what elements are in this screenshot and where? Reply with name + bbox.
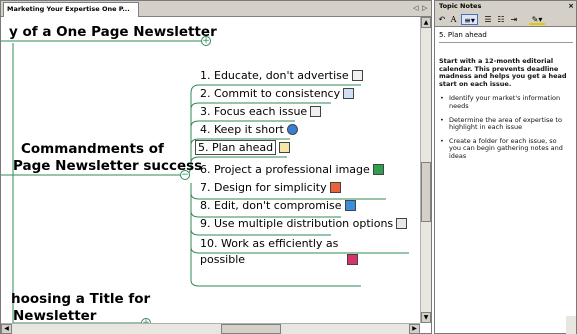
- vertical-scrollbar[interactable]: ▲ ▼: [420, 17, 431, 323]
- scroll-down-icon[interactable]: ▼: [421, 312, 431, 323]
- notes-body[interactable]: Start with a 12-month editorial calendar…: [439, 57, 567, 167]
- document-icon[interactable]: [310, 106, 322, 117]
- notes-scrollbar[interactable]: [566, 316, 576, 334]
- presentation-icon[interactable]: [329, 182, 341, 193]
- sibling-topic-line1[interactable]: hoosing a Title for: [11, 291, 150, 307]
- notes-pane-title: Topic Notes: [439, 2, 482, 10]
- calendar-icon[interactable]: [343, 88, 355, 99]
- indent-icon[interactable]: ⇥: [509, 14, 519, 25]
- topic-item-2[interactable]: 2. Commit to consistency: [200, 86, 355, 102]
- scroll-right-icon[interactable]: ▶: [409, 324, 420, 334]
- notes-pane-header: Topic Notes ×: [435, 1, 576, 12]
- horizontal-scroll-thumb[interactable]: [221, 324, 281, 334]
- notes-topic-title: 5. Plan ahead: [439, 30, 573, 43]
- document-icon[interactable]: [351, 70, 363, 81]
- bullet-text: Create a folder for each issue, so you c…: [449, 136, 563, 160]
- undo-icon[interactable]: ↶: [438, 14, 446, 25]
- vertical-scroll-thumb[interactable]: [421, 162, 431, 222]
- notes-intro-text: Start with a 12-month editorial calendar…: [439, 57, 567, 88]
- topic-item-9[interactable]: 9. Use multiple distribution options: [200, 216, 408, 232]
- list-icon[interactable]: [396, 218, 408, 229]
- topic-item-5[interactable]: 5. Plan ahead: [195, 140, 291, 156]
- list-item: • Determine the area of expertise to high…: [439, 115, 567, 132]
- font-button[interactable]: A: [449, 14, 458, 25]
- bullet-list-icon[interactable]: ☰: [483, 14, 493, 25]
- browser-globe-icon[interactable]: [286, 124, 298, 135]
- list-item: • Identify your market's information need…: [439, 95, 567, 110]
- tab-scroll-left-icon[interactable]: ◁: [413, 3, 418, 13]
- topic-notes-pane: Topic Notes × ↶ A ≡▾ ☰ ☷ ⇥ ✎▾ 5. Plan ah…: [434, 0, 577, 334]
- spreadsheet-icon[interactable]: [372, 164, 384, 175]
- topic-item-3[interactable]: 3. Focus each issue: [200, 104, 322, 120]
- tab-scroll-right-icon[interactable]: ▷: [422, 3, 427, 13]
- expand-topic-icon[interactable]: +: [201, 36, 211, 46]
- topic-label: 6. Project a professional image: [200, 163, 370, 176]
- topic-item-1[interactable]: 1. Educate, don't advertise: [200, 68, 363, 84]
- topic-item-10[interactable]: 10. Work as efficiently as possible: [200, 236, 358, 268]
- bullet-icon: •: [440, 136, 444, 145]
- topic-item-4[interactable]: 4. Keep it short: [200, 122, 298, 138]
- collapse-topic-icon[interactable]: −: [180, 170, 190, 180]
- document-pane: Marketing Your Expertise One P... ◁ ▷ y …: [0, 0, 432, 334]
- topic-label: 9. Use multiple distribution options: [200, 217, 394, 230]
- topic-label: 1. Educate, don't advertise: [200, 69, 349, 82]
- highlight-color-icon[interactable]: ✎▾: [529, 14, 545, 25]
- topic-label: 2. Commit to consistency: [200, 87, 341, 100]
- topic-item-6[interactable]: 6. Project a professional image: [200, 162, 384, 178]
- topic-label-selected: 5. Plan ahead: [195, 140, 277, 155]
- topic-label: 3. Focus each issue: [200, 105, 308, 118]
- parent-topic-heading[interactable]: y of a One Page Newsletter: [9, 24, 217, 40]
- horizontal-scrollbar[interactable]: ◀ ▶: [1, 323, 420, 334]
- bullet-icon: •: [440, 94, 444, 103]
- numbered-list-icon[interactable]: ☷: [496, 14, 506, 25]
- notes-formatting-toolbar: ↶ A ≡▾ ☰ ☷ ⇥ ✎▾: [435, 12, 576, 27]
- bullet-text: Identify your market's information needs: [449, 94, 561, 110]
- document-tab-bar: Marketing Your Expertise One P... ◁ ▷: [1, 1, 431, 17]
- pdf-icon[interactable]: [347, 254, 358, 265]
- bullet-icon: •: [440, 115, 444, 124]
- topic-label: 4. Keep it short: [200, 123, 284, 136]
- topic-item-8[interactable]: 8. Edit, don't compromise: [200, 198, 356, 214]
- topic-label-line1: 10. Work as efficiently as: [200, 237, 339, 250]
- close-icon[interactable]: ×: [568, 1, 574, 11]
- topic-item-7[interactable]: 7. Design for simplicity: [200, 180, 341, 196]
- align-dropdown-icon[interactable]: ≡▾: [461, 14, 478, 25]
- central-topic-line1[interactable]: Commandments of: [21, 141, 164, 157]
- mind-map-canvas[interactable]: y of a One Page Newsletter + Commandment…: [1, 17, 420, 323]
- scroll-up-icon[interactable]: ▲: [421, 17, 431, 28]
- sibling-topic-line2[interactable]: Newsletter: [13, 308, 96, 323]
- notepad-pencil-icon[interactable]: [279, 142, 291, 153]
- list-item: • Create a folder for each issue, so you …: [439, 136, 567, 161]
- topic-label: 7. Design for simplicity: [200, 181, 327, 194]
- document-tab[interactable]: Marketing Your Expertise One P...: [3, 2, 139, 17]
- scroll-left-icon[interactable]: ◀: [1, 324, 12, 334]
- notes-bullet-list: • Identify your market's information need…: [439, 95, 567, 160]
- bullet-text: Determine the area of expertise to highl…: [449, 115, 562, 132]
- central-topic-line2[interactable]: Page Newsletter success: [13, 158, 202, 174]
- topic-label-line2: possible: [200, 253, 246, 266]
- topic-label: 8. Edit, don't compromise: [200, 199, 342, 212]
- share-icon[interactable]: [344, 200, 356, 211]
